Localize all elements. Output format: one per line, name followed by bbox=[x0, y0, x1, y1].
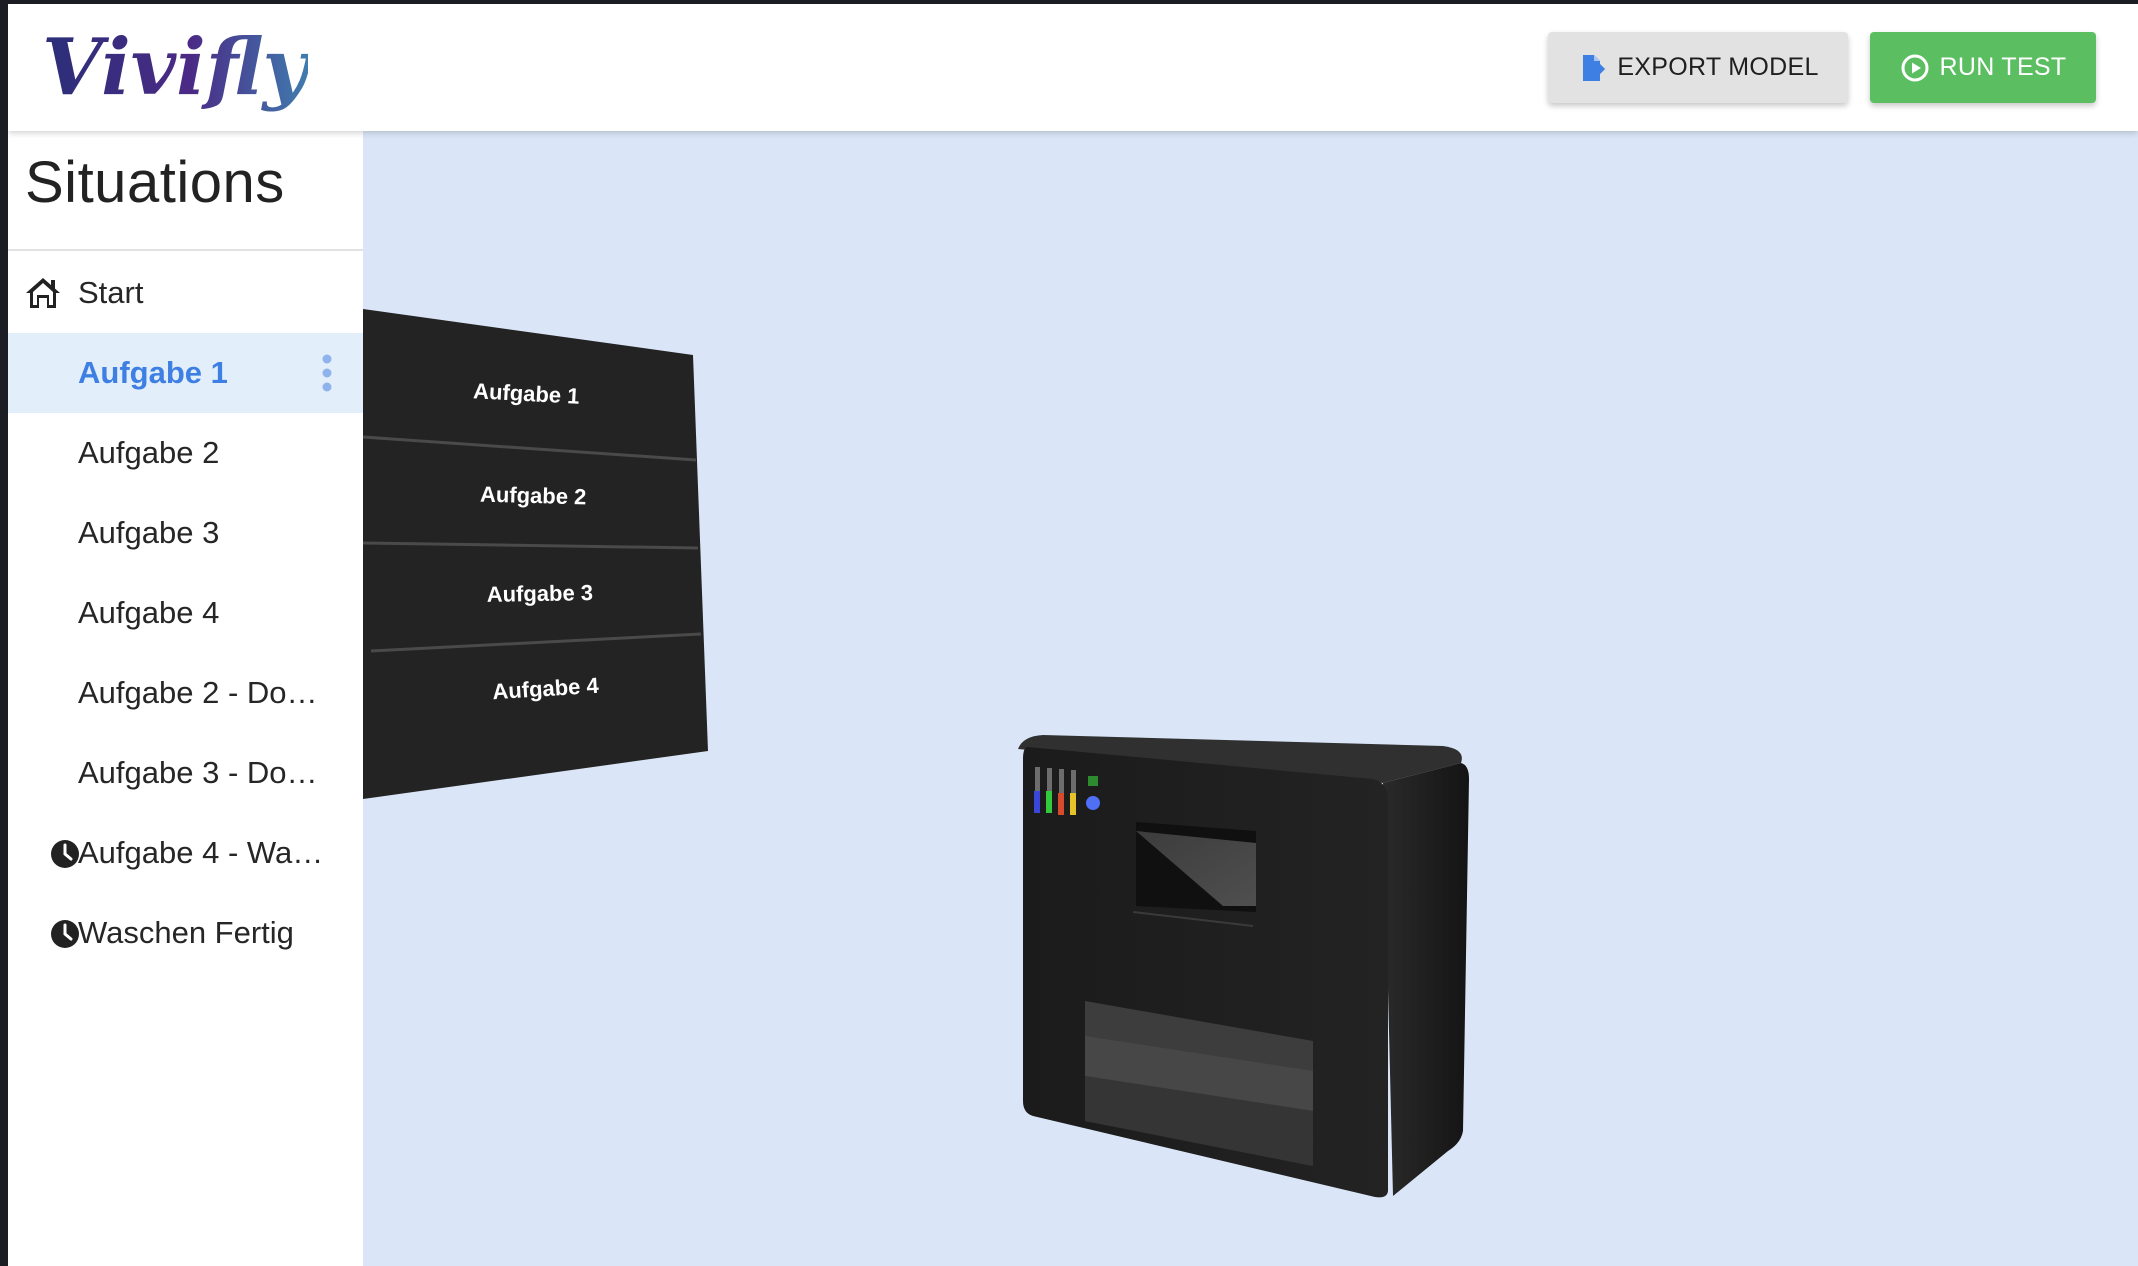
clock-icon bbox=[51, 840, 79, 868]
file-export-icon bbox=[1583, 54, 1606, 81]
situation-label: Aufgabe 2 bbox=[78, 435, 220, 470]
scene-button-aufgabe-3[interactable]: Aufgabe 3 bbox=[486, 580, 593, 607]
run-test-button[interactable]: RUN TEST bbox=[1870, 32, 2096, 103]
situation-item-aufgabe-4[interactable]: Aufgabe 4 bbox=[8, 573, 363, 653]
clock-icon bbox=[51, 920, 79, 948]
scene-menu-panel[interactable]: Aufgabe 1 Aufgabe 2 Aufgabe 3 Aufgabe 4 bbox=[363, 309, 708, 799]
run-test-label: RUN TEST bbox=[1939, 53, 2067, 81]
situation-list: Start Aufgabe 1 Aufgabe 2 Aufgabe 3 Aufg… bbox=[8, 253, 363, 973]
situation-label: Waschen Fertig bbox=[78, 915, 294, 950]
scene-viewport[interactable]: Aufgabe 1 Aufgabe 2 Aufgabe 3 Aufgabe 4 bbox=[363, 131, 2138, 1266]
situation-item-aufgabe-4-wa[interactable]: Aufgabe 4 - Wa… bbox=[8, 813, 363, 893]
situation-item-aufgabe-1[interactable]: Aufgabe 1 bbox=[8, 333, 363, 413]
situation-label: Aufgabe 1 bbox=[78, 355, 228, 390]
scene-button-aufgabe-2[interactable]: Aufgabe 2 bbox=[480, 482, 587, 510]
situation-label: Aufgabe 4 bbox=[78, 595, 220, 630]
situation-item-aufgabe-3-do[interactable]: Aufgabe 3 - Do… bbox=[8, 733, 363, 813]
svg-text:Vivifly: Vivifly bbox=[42, 22, 308, 113]
play-circle-icon bbox=[1901, 54, 1929, 81]
vivifly-logo: Vivifly bbox=[42, 22, 308, 113]
home-icon bbox=[26, 278, 60, 308]
divider bbox=[8, 249, 363, 251]
situation-item-aufgabe-3[interactable]: Aufgabe 3 bbox=[8, 493, 363, 573]
situation-item-waschen-fertig[interactable]: Waschen Fertig bbox=[8, 893, 363, 973]
situation-label: Aufgabe 2 - Do… bbox=[78, 675, 318, 710]
situation-item-aufgabe-2[interactable]: Aufgabe 2 bbox=[8, 413, 363, 493]
app-window: Vivifly EXPORT MODEL RUN TEST Situations bbox=[8, 4, 2138, 1266]
export-model-label: EXPORT MODEL bbox=[1617, 53, 1819, 81]
more-vertical-icon[interactable] bbox=[321, 353, 333, 393]
sidebar-title: Situations bbox=[25, 150, 285, 215]
situation-label: Start bbox=[78, 275, 144, 310]
situation-label: Aufgabe 3 bbox=[78, 515, 220, 550]
situation-item-aufgabe-2-do[interactable]: Aufgabe 2 - Do… bbox=[8, 653, 363, 733]
top-bar: Vivifly EXPORT MODEL RUN TEST bbox=[8, 4, 2138, 131]
situation-item-start[interactable]: Start bbox=[8, 253, 363, 333]
situation-label: Aufgabe 4 - Wa… bbox=[78, 835, 324, 870]
situations-sidebar: Situations Start Aufgabe 1 Aufgabe 2 Auf… bbox=[8, 131, 363, 1266]
situation-label: Aufgabe 3 - Do… bbox=[78, 755, 318, 790]
export-model-button[interactable]: EXPORT MODEL bbox=[1548, 32, 1848, 103]
machine-3d-model[interactable] bbox=[1018, 735, 1469, 1198]
